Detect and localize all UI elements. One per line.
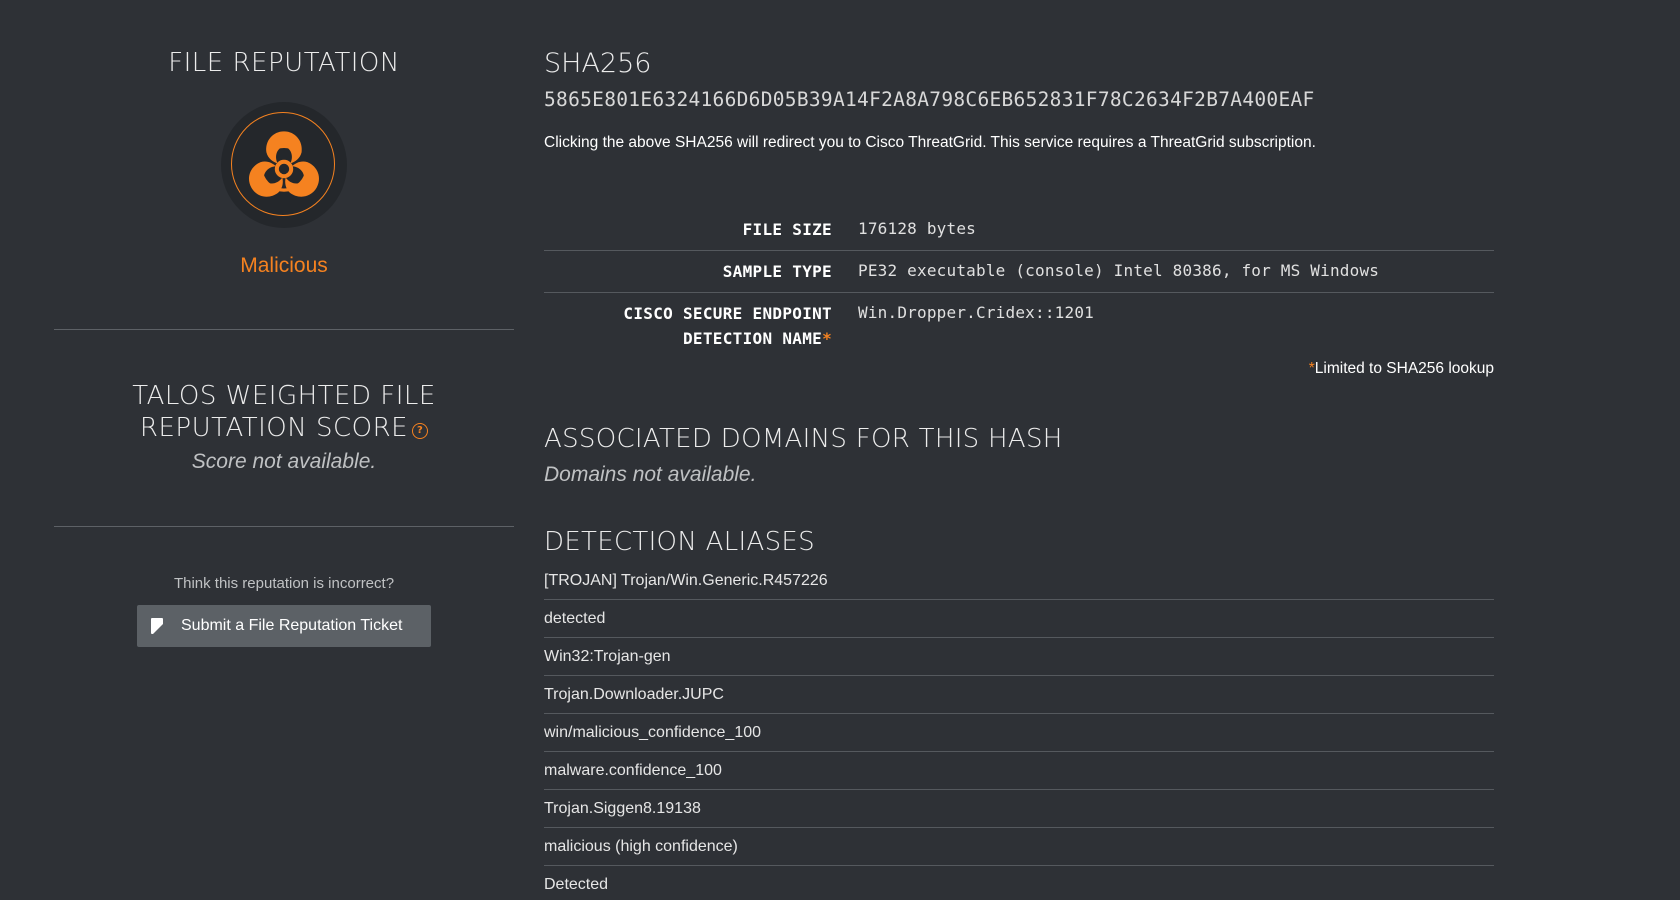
- question-circle-icon[interactable]: ?: [412, 423, 429, 439]
- reputation-badge: [221, 102, 347, 228]
- detection-aliases-list: [TROJAN] Trojan/Win.Generic.R457226 dete…: [544, 562, 1494, 900]
- alias-item: Trojan.Downloader.JUPC: [544, 676, 1494, 714]
- biohazard-icon: [231, 112, 335, 216]
- file-size-value: 176128 bytes: [858, 219, 976, 238]
- sha256-link[interactable]: 5865E801E6324166D6D05B39A14F2A8A798C6EB6…: [544, 88, 1315, 111]
- alias-item: detected: [544, 600, 1494, 638]
- submit-ticket-button[interactable]: Submit a File Reputation Ticket: [137, 605, 431, 647]
- incorrect-reputation-prompt: Think this reputation is incorrect?: [173, 575, 395, 592]
- file-size-row: FILE SIZE 176128 bytes: [544, 209, 1494, 251]
- sha256-label: SHA256: [544, 48, 652, 79]
- detection-name-label-line2: DETECTION NAME: [683, 329, 823, 348]
- weighted-score-title-text: TALOS WEIGHTED FILE REPUTATION SCORE: [132, 381, 436, 443]
- alias-item: Trojan.Siggen8.19138: [544, 790, 1494, 828]
- alias-item: win/malicious_confidence_100: [544, 714, 1494, 752]
- detection-aliases-title: DETECTION ALIASES: [544, 527, 815, 557]
- reputation-verdict: Malicious: [240, 254, 328, 277]
- associated-domains-title: ASSOCIATED DOMAINS FOR THIS HASH: [544, 424, 1063, 454]
- score-value: Score not available.: [191, 450, 377, 473]
- sha256-note: Clicking the above SHA256 will redirect …: [544, 134, 1316, 151]
- detection-name-label-line1: CISCO SECURE ENDPOINT: [623, 304, 832, 323]
- associated-domains-value: Domains not available.: [544, 463, 757, 486]
- alias-item: [TROJAN] Trojan/Win.Generic.R457226: [544, 562, 1494, 600]
- document-icon: [151, 618, 163, 634]
- weighted-score-title: TALOS WEIGHTED FILE REPUTATION SCORE?: [54, 380, 514, 444]
- asterisk-marker: *: [822, 329, 832, 348]
- detection-name-value: Win.Dropper.Cridex::1201: [858, 303, 1094, 322]
- sample-type-label: SAMPLE TYPE: [722, 262, 832, 281]
- file-size-label: FILE SIZE: [742, 220, 832, 239]
- section-divider: [54, 526, 514, 527]
- detection-name-row: CISCO SECURE ENDPOINT DETECTION NAME* Wi…: [544, 293, 1494, 359]
- section-divider: [54, 329, 514, 330]
- alias-item: malicious (high confidence): [544, 828, 1494, 866]
- detection-name-label: CISCO SECURE ENDPOINT DETECTION NAME*: [544, 301, 832, 351]
- file-reputation-title: FILE REPUTATION: [168, 48, 400, 78]
- file-info-table: FILE SIZE 176128 bytes SAMPLE TYPE PE32 …: [544, 209, 1494, 359]
- submit-ticket-label: Submit a File Reputation Ticket: [181, 617, 403, 634]
- limited-note: *Limited to SHA256 lookup: [1309, 360, 1494, 378]
- alias-item: Win32:Trojan-gen: [544, 638, 1494, 676]
- file-reputation-page: FILE REPUTATION Malicious TALOS WEIGHTED…: [0, 0, 1680, 900]
- alias-item: malware.confidence_100: [544, 752, 1494, 790]
- limited-note-text: Limited to SHA256 lookup: [1314, 360, 1494, 377]
- sample-type-row: SAMPLE TYPE PE32 executable (console) In…: [544, 251, 1494, 293]
- sample-type-value: PE32 executable (console) Intel 80386, f…: [858, 261, 1380, 280]
- alias-item: Detected: [544, 876, 609, 893]
